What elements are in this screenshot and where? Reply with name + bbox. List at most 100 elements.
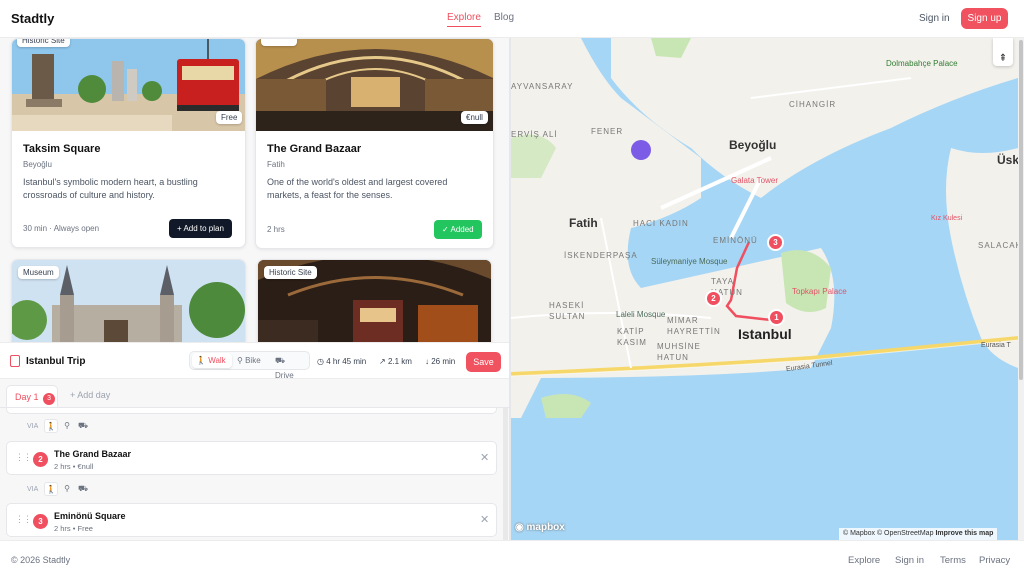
map-label-fatih: Fatih — [569, 216, 598, 230]
map-label-cihangir: CİHANGİR — [789, 100, 837, 109]
place-district: Beyoğlu — [23, 160, 52, 169]
logo[interactable]: Stadtly — [11, 11, 54, 26]
place-card-taksim[interactable]: Historic Site Free Taksim Square Beyoğlu… — [11, 38, 246, 248]
map-label-ervis: ERVİŞ ALİ — [511, 130, 558, 139]
trend-icon: ↗ — [379, 357, 386, 366]
nav-explore[interactable]: Explore — [447, 12, 481, 27]
map-attribution: © Mapbox © OpenStreetMap Improve this ma… — [839, 528, 998, 540]
stop-item-eminonu[interactable]: ⋮⋮ 3 Eminönü Square 2 hrs • Free ✕ — [6, 503, 497, 537]
mapbox-logo: ◉ mapbox — [515, 522, 565, 533]
added-button[interactable]: ✓ Added — [434, 220, 482, 239]
via-drive-icon[interactable]: ⛟ — [76, 419, 90, 433]
top-header: Stadtly Explore Blog Sign in Sign up — [0, 0, 1024, 38]
mode-bike-label: Bike — [245, 356, 261, 365]
total-time: ◷ 4 hr 45 min — [317, 357, 366, 366]
via-walk-icon[interactable]: 🚶 — [44, 482, 58, 496]
stop-duration: 2 hrs — [54, 462, 71, 471]
footer-link-sign-in[interactable]: Sign in — [895, 555, 924, 566]
duration: 30 min — [23, 224, 48, 233]
category-badge: Historic Site — [264, 266, 317, 279]
place-description: One of the world's oldest and largest co… — [267, 177, 448, 200]
place-card-grand-bazaar[interactable]: €null The Grand Bazaar Fatih One of the … — [255, 38, 494, 249]
via-walk-icon[interactable]: 🚶 — [44, 419, 58, 433]
price-badge: Free — [216, 111, 243, 124]
list-scrollbar[interactable] — [503, 408, 508, 540]
place-card-historic[interactable]: Historic Site — [257, 259, 492, 349]
category-badge: Historic Site — [17, 39, 70, 47]
place-district: Fatih — [267, 160, 285, 169]
improve-map-link[interactable]: Improve this map — [935, 530, 993, 537]
arrow-down-icon: ↓ — [425, 357, 429, 366]
compass-icon: ⇞ — [998, 53, 1008, 64]
map-label-uskudar: Üsk — [997, 153, 1018, 167]
place-image — [256, 39, 493, 131]
map-marker-3[interactable]: 3 — [767, 234, 784, 251]
stop-item-grand-bazaar[interactable]: ⋮⋮ 2 The Grand Bazaar 2 hrs • €null ✕ — [6, 441, 497, 475]
via-bike-icon[interactable]: ⚲ — [60, 482, 74, 496]
map-marker-1[interactable]: 1 — [768, 309, 785, 326]
add-to-plan-button[interactable]: + Add to plan — [169, 219, 232, 238]
stop-meta: 2 hrs • Free — [54, 524, 93, 533]
footer-link-explore[interactable]: Explore — [848, 555, 880, 566]
footer: © 2026 Stadtly Explore Sign in Terms Pri… — [0, 540, 1024, 576]
place-meta: 2 hrs — [267, 225, 285, 234]
stops-list: VIA 🚶 ⚲ ⛟ ⋮⋮ 2 The Grand Bazaar 2 hrs • … — [0, 408, 509, 540]
place-description: Istanbul's symbolic modern heart, a bust… — [23, 177, 198, 200]
map-label-suleymaniye: Süleymaniye Mosque — [651, 257, 728, 266]
walk-time-value: 26 min — [431, 357, 456, 366]
map-label-mimar: MİMAR HAYRETTİN — [667, 316, 721, 336]
add-day-button[interactable]: + Add day — [70, 390, 110, 400]
via-bike-icon[interactable]: ⚲ — [60, 419, 74, 433]
travel-mode-toggle: 🚶 Walk ⚲ Bike ⛟ Drive — [189, 351, 310, 380]
mode-bike[interactable]: ⚲ Bike — [233, 353, 270, 368]
nav-blog[interactable]: Blog — [494, 12, 514, 23]
mapbox-wordmark: mapbox — [526, 522, 565, 533]
save-button[interactable]: Save — [466, 352, 501, 372]
map-label-fener: FENER — [591, 127, 624, 136]
page-scrollbar-thumb[interactable] — [1019, 40, 1023, 380]
sign-in-link[interactable]: Sign in — [919, 13, 950, 24]
attribution-text[interactable]: © Mapbox © OpenStreetMap — [843, 530, 933, 537]
drag-handle-icon[interactable]: ⋮⋮ — [15, 514, 32, 525]
drag-handle-icon[interactable]: ⋮⋮ — [15, 452, 32, 463]
compass-button[interactable]: ⇞ — [993, 38, 1013, 66]
via-label: VIA — [27, 423, 39, 430]
mode-walk[interactable]: 🚶 Walk — [192, 353, 232, 368]
place-image — [12, 39, 245, 131]
tab-day-1[interactable]: Day 1 3 — [6, 385, 58, 407]
price-badge: €null — [461, 111, 488, 124]
remove-stop-icon[interactable]: ✕ — [480, 513, 489, 526]
stop-duration: 2 hrs — [54, 524, 71, 533]
mode-drive-label: Drive — [275, 371, 294, 380]
mode-walk-label: Walk — [208, 356, 226, 365]
stop-name: Eminönü Square — [54, 511, 126, 521]
map-view[interactable]: AYVANSARAY ERVİŞ ALİ FENER Beyoğlu CİHAN… — [511, 38, 1018, 540]
sign-up-button[interactable]: Sign up — [961, 8, 1008, 29]
category-badge: Museum — [18, 266, 59, 279]
stop-price: €null — [77, 462, 94, 471]
trip-title[interactable]: Istanbul Trip — [26, 356, 85, 367]
map-label-topkapi: Topkapı Palace — [792, 287, 847, 296]
clipboard-icon — [10, 355, 20, 367]
previous-stop-edge — [6, 408, 497, 414]
place-title: Taksim Square — [23, 143, 101, 155]
footer-link-privacy[interactable]: Privacy — [979, 555, 1010, 566]
stop-meta: 2 hrs • €null — [54, 462, 94, 471]
category-badge — [261, 39, 297, 46]
map-marker-2[interactable]: 2 — [705, 290, 722, 307]
clock-icon: ◷ — [317, 357, 324, 366]
map-label-galata: Galata Tower — [731, 176, 778, 185]
map-label-haci-kadin: HACI KADIN — [633, 219, 689, 228]
via-drive-icon[interactable]: ⛟ — [76, 482, 90, 496]
remove-stop-icon[interactable]: ✕ — [480, 451, 489, 464]
footer-link-terms[interactable]: Terms — [940, 555, 966, 566]
place-card-museum[interactable]: Museum — [11, 259, 246, 349]
map-label-aksaray: AYVANSARAY — [511, 82, 574, 91]
map-label-eurasia-tunnel-east: Eurasia T — [981, 342, 1011, 349]
total-time-value: 4 hr 45 min — [326, 357, 367, 366]
mode-drive[interactable]: ⛟ Drive — [271, 353, 309, 380]
map-label-salacak: SALACAK — [978, 241, 1018, 250]
map-label-iskenderpasa: İSKENDERPAŞA — [564, 251, 638, 260]
map-canvas — [511, 38, 1018, 540]
add-day-label: Add day — [77, 390, 111, 400]
